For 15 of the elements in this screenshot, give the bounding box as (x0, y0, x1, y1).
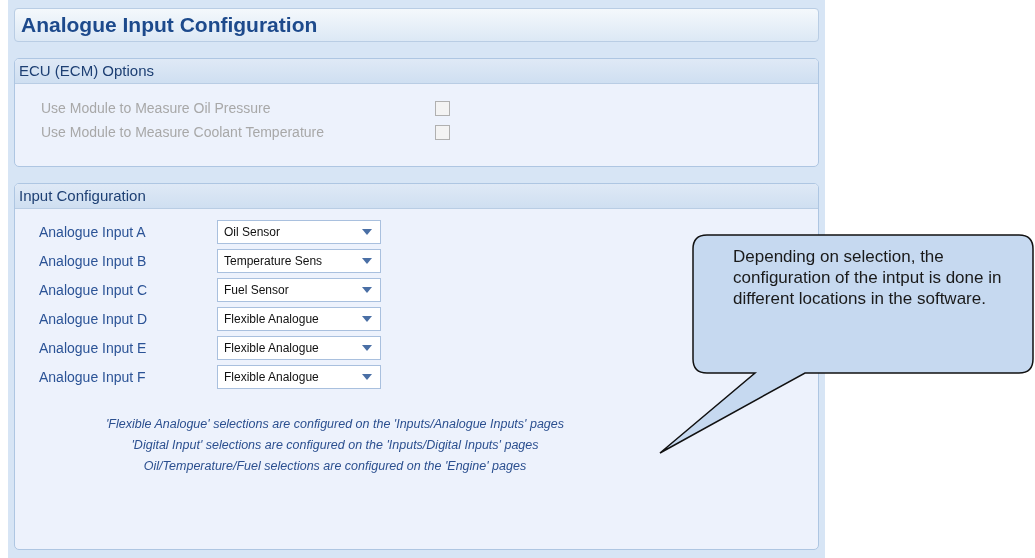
input-label: Analogue Input C (39, 281, 149, 298)
input-label: Analogue Input F (39, 368, 147, 385)
note-text: 'Flexible Analogue' selections are configured on the 'Inputs/Analogue Inputs' pages (105, 417, 565, 431)
group-heading: ECU (ECM) Options (15, 59, 818, 84)
callout-text: Depending on selection, the configuration of the intput is done in different locations in the software. (733, 246, 1003, 309)
input-label: Analogue Input B (39, 252, 148, 269)
group-heading: Input Configuration (15, 184, 818, 209)
option-label: Use Module to Measure Coolant Temperature (41, 124, 325, 140)
option-label: Use Module to Measure Oil Pressure (41, 100, 272, 116)
input-label: Analogue Input D (39, 310, 149, 327)
note-text: Oil/Temperature/Fuel selections are configured on the 'Engine' pages (142, 459, 528, 473)
input-label: Analogue Input A (39, 223, 147, 240)
page-title: Analogue Input Configuration (14, 8, 819, 42)
note-text: 'Digital Input' selections are configured on the 'Inputs/Digital Inputs' pages (130, 438, 540, 452)
input-label: Analogue Input E (39, 339, 148, 356)
